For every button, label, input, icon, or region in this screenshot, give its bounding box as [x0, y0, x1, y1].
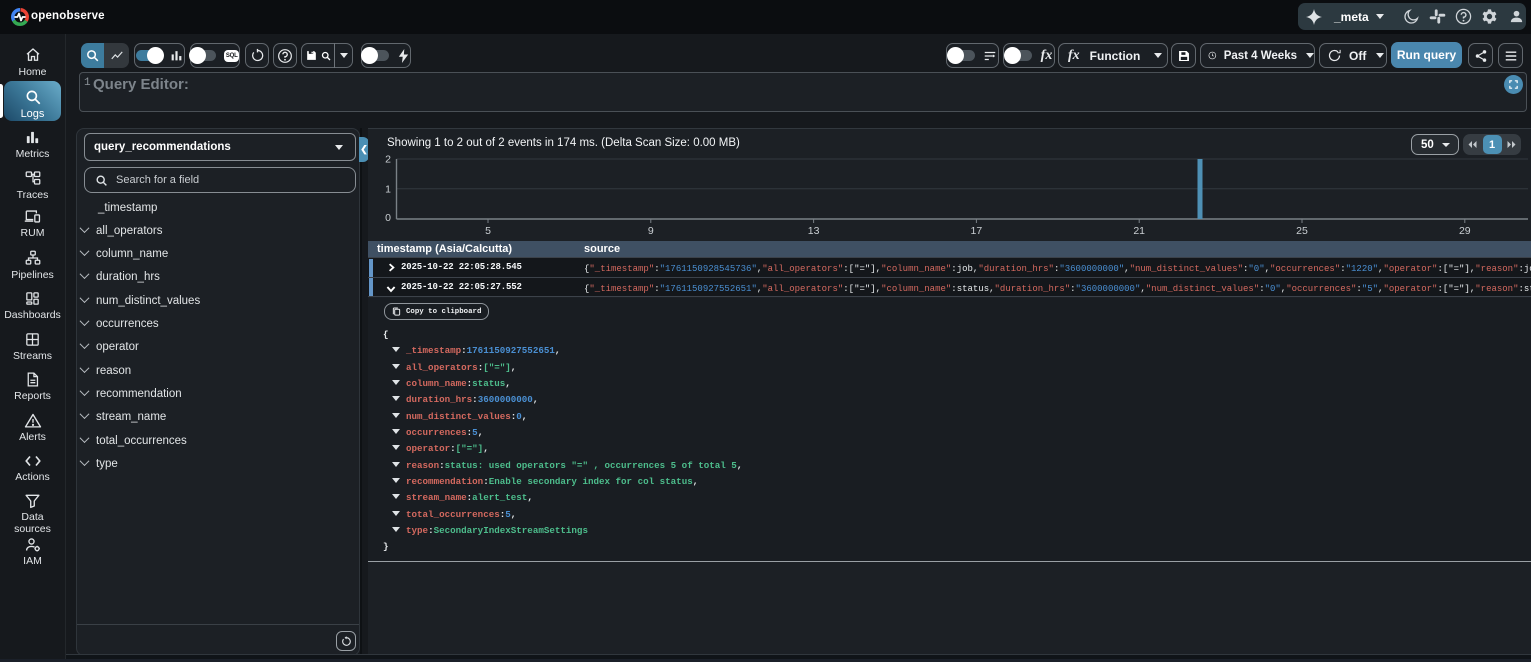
svg-text:1: 1 — [385, 183, 391, 195]
svg-text:13: 13 — [808, 225, 820, 237]
svg-text:29: 29 — [1459, 225, 1471, 237]
svg-text:5: 5 — [485, 225, 491, 237]
svg-text:21: 21 — [1133, 225, 1145, 237]
svg-text:25: 25 — [1296, 225, 1308, 237]
svg-text:17: 17 — [971, 225, 983, 237]
svg-text:2: 2 — [385, 154, 391, 166]
svg-text:0: 0 — [385, 212, 391, 224]
svg-text:9: 9 — [648, 225, 654, 237]
